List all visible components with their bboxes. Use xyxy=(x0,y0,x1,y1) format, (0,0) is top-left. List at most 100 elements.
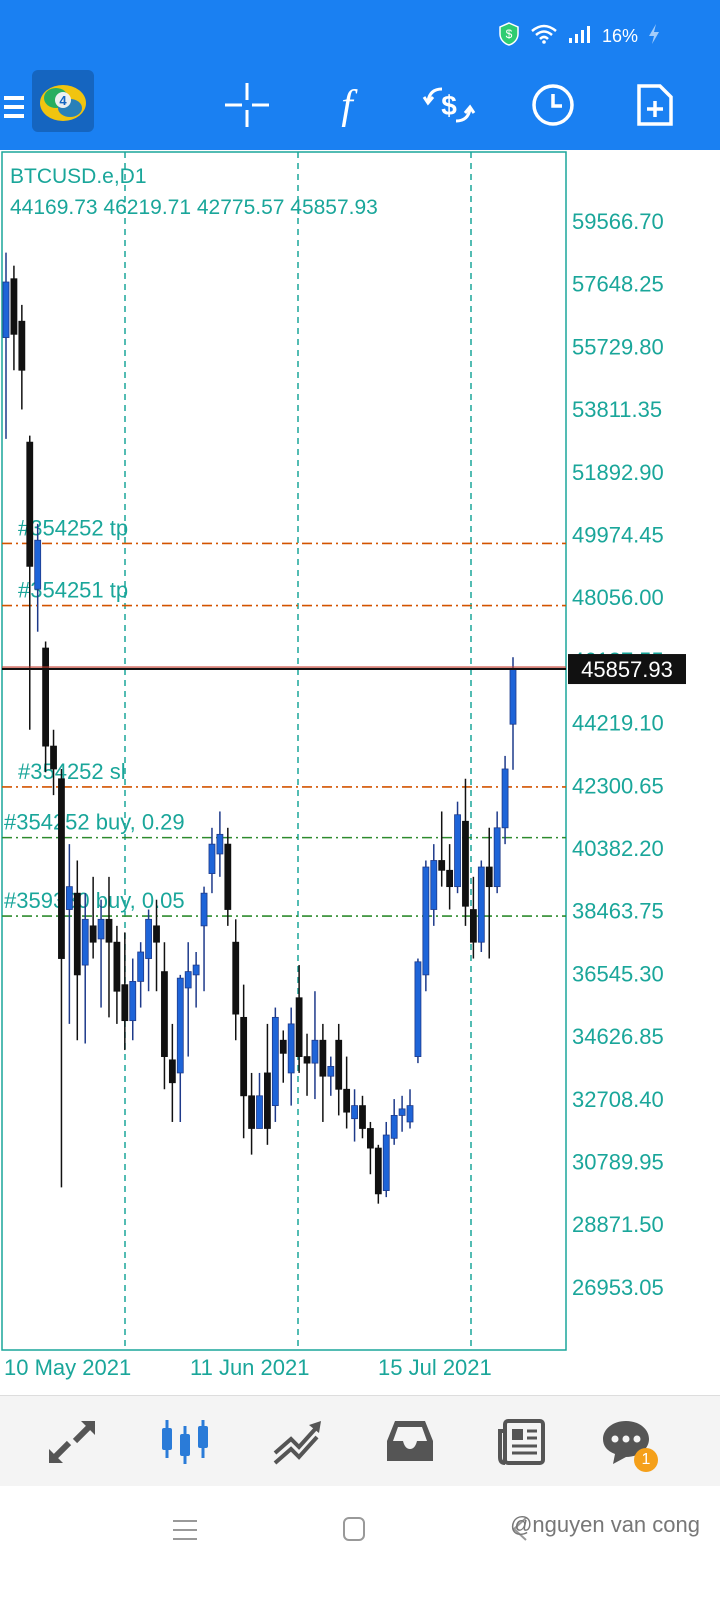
price-axis-label: 49974.45 xyxy=(572,523,664,548)
top-toolbar: $ 16% 4 f $ xyxy=(0,0,720,150)
candle-body xyxy=(335,1039,343,1090)
price-axis-label: 57648.25 xyxy=(572,272,664,297)
nav-chart[interactable] xyxy=(157,1414,213,1470)
candle-body xyxy=(216,833,224,855)
candle-body xyxy=(359,1105,366,1129)
candle-body xyxy=(311,1039,319,1064)
recent-apps-icon xyxy=(173,1520,197,1540)
candle-body xyxy=(493,827,501,888)
candle-body xyxy=(184,971,192,989)
news-icon xyxy=(498,1419,545,1465)
candle-body xyxy=(398,1108,406,1116)
home-icon xyxy=(343,1517,365,1541)
price-axis-label: 51892.90 xyxy=(572,460,664,485)
candle-body xyxy=(224,843,232,910)
price-axis-label: 28871.50 xyxy=(572,1212,664,1237)
candle-body xyxy=(113,941,121,992)
new-order-button[interactable] xyxy=(628,78,682,132)
candle-body xyxy=(351,1105,358,1120)
candle-body xyxy=(485,866,493,888)
candle-body xyxy=(50,745,57,770)
date-axis-label: 15 Jul 2021 xyxy=(378,1355,492,1380)
candle-body xyxy=(240,1016,248,1097)
candle-body xyxy=(176,977,184,1074)
current-price-label: 45857.93 xyxy=(581,657,673,682)
home-button[interactable] xyxy=(342,1516,366,1547)
wifi-icon xyxy=(530,24,558,49)
candle-body xyxy=(26,441,34,567)
trade-level-label: #354252 sl xyxy=(18,759,126,784)
price-axis-label: 42300.65 xyxy=(572,773,664,798)
candle-body xyxy=(279,1039,287,1054)
candle-body xyxy=(121,984,129,1022)
price-chart[interactable]: 59566.70 57648.25 55729.80 53811.35 51892.90… xyxy=(0,150,720,1395)
price-axis-label: 48056.00 xyxy=(572,585,664,610)
candle-body xyxy=(374,1147,382,1195)
bottom-navigation: 1 xyxy=(0,1395,720,1486)
candle-body xyxy=(469,909,477,943)
currency-exchange-icon: $ xyxy=(422,87,476,123)
recent-apps-button[interactable] xyxy=(172,1518,198,1547)
candle-body xyxy=(145,918,152,959)
candle-body xyxy=(65,886,73,910)
candle-body xyxy=(414,961,422,1057)
candle-body xyxy=(271,1016,279,1107)
candle-body xyxy=(501,768,509,829)
candle-body xyxy=(232,941,240,1015)
candle-body xyxy=(367,1128,374,1149)
candle-body xyxy=(208,843,216,874)
inbox-icon xyxy=(387,1421,433,1461)
candle-body xyxy=(382,1134,390,1191)
price-axis-label: 53811.35 xyxy=(572,397,662,422)
candle-body xyxy=(264,1072,271,1129)
candle-body xyxy=(509,668,517,725)
price-axis-label: 30789.95 xyxy=(572,1150,664,1175)
candle-body xyxy=(129,981,137,1022)
price-axis-label: 59566.70 xyxy=(572,209,664,234)
function-icon: f xyxy=(341,83,358,127)
nav-news[interactable] xyxy=(494,1414,550,1470)
candle-body xyxy=(137,951,145,982)
price-axis-label: 26953.05 xyxy=(572,1275,664,1300)
quotes-icon xyxy=(48,1420,96,1464)
symbol-button[interactable]: $ xyxy=(422,78,476,132)
nav-history[interactable] xyxy=(382,1414,438,1470)
crosshair-button[interactable] xyxy=(220,78,274,132)
candle-body xyxy=(18,320,26,371)
trade-level-label: #359380 buy, 0.05 xyxy=(4,888,185,913)
trade-icon xyxy=(273,1421,321,1465)
candle-body xyxy=(438,860,446,871)
nav-quotes[interactable] xyxy=(44,1414,100,1470)
candle-body xyxy=(295,997,303,1057)
candle-body xyxy=(105,918,113,943)
chart-symbol: BTCUSD.e,D1 xyxy=(10,165,147,188)
timeframe-button[interactable] xyxy=(526,78,580,132)
new-document-icon xyxy=(637,84,673,126)
candle-body xyxy=(168,1059,176,1084)
candle-body xyxy=(73,892,81,976)
security-icon: $ xyxy=(498,22,520,51)
indicators-button[interactable]: f xyxy=(320,78,374,132)
candle-body xyxy=(422,866,430,976)
candle-body xyxy=(430,860,438,910)
battery-level: 16% xyxy=(601,26,638,46)
menu-button[interactable] xyxy=(0,80,30,134)
system-navigation-bar xyxy=(0,1490,720,1600)
nav-messages[interactable]: 1 xyxy=(598,1414,658,1472)
svg-text:$: $ xyxy=(441,90,457,121)
charging-icon xyxy=(648,23,660,50)
crosshair-icon xyxy=(225,83,269,127)
date-axis-label: 10 May 2021 xyxy=(4,1355,131,1380)
chart-plot-area xyxy=(1,151,567,1351)
candle-body xyxy=(454,814,461,888)
svg-text:$: $ xyxy=(506,27,513,41)
svg-text:4: 4 xyxy=(59,93,67,108)
price-axis-label: 44219.10 xyxy=(572,711,664,736)
nav-trade[interactable] xyxy=(270,1414,326,1470)
hamburger-icon xyxy=(4,96,24,118)
candle-body xyxy=(327,1065,335,1077)
candle-body xyxy=(200,892,208,927)
candle-body xyxy=(97,918,105,940)
candle-body xyxy=(248,1095,255,1129)
trade-level-label: #354252 tp xyxy=(18,515,128,540)
